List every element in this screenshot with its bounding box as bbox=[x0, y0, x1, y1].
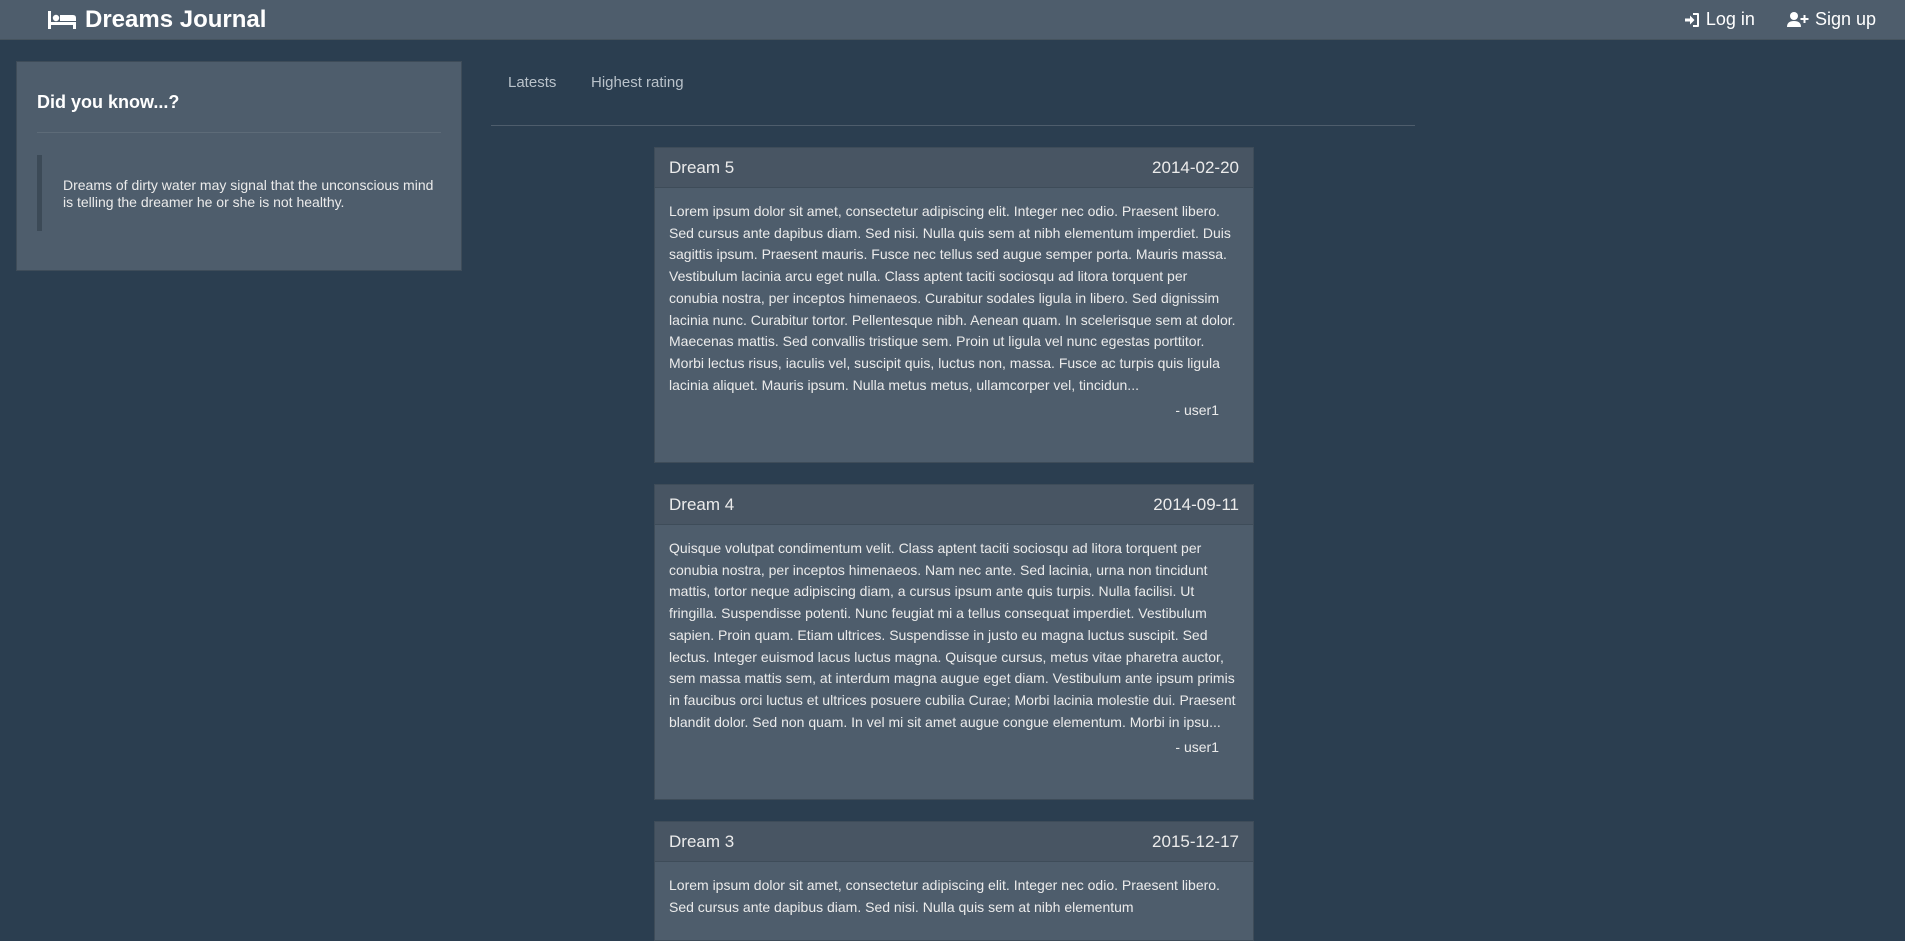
sort-tabs: Latests Highest rating bbox=[491, 66, 1415, 126]
tab-highest-rating[interactable]: Highest rating bbox=[591, 74, 684, 91]
navbar: Dreams Journal Log in Sign up bbox=[0, 0, 1905, 40]
did-you-know-panel: Did you know...? Dreams of dirty water m… bbox=[16, 61, 462, 271]
signup-link[interactable]: Sign up bbox=[1786, 9, 1876, 30]
dream-card-header: Dream 4 2014-09-11 bbox=[655, 485, 1253, 525]
dream-title[interactable]: Dream 5 bbox=[669, 158, 734, 178]
dream-author: - user1 bbox=[1175, 739, 1219, 756]
sign-in-icon bbox=[1684, 12, 1700, 28]
bed-icon bbox=[47, 9, 77, 31]
dream-card[interactable]: Dream 5 2014-02-20 Lorem ipsum dolor sit… bbox=[654, 147, 1254, 463]
brand-title: Dreams Journal bbox=[85, 6, 267, 33]
user-plus-icon bbox=[1786, 11, 1809, 28]
login-link[interactable]: Log in bbox=[1684, 9, 1755, 30]
dream-title[interactable]: Dream 4 bbox=[669, 495, 734, 515]
brand-link[interactable]: Dreams Journal bbox=[47, 6, 267, 33]
login-label: Log in bbox=[1705, 9, 1755, 29]
signup-label: Sign up bbox=[1814, 9, 1876, 29]
tab-latests[interactable]: Latests bbox=[508, 74, 556, 91]
dream-excerpt: Lorem ipsum dolor sit amet, consectetur … bbox=[669, 203, 1236, 393]
dream-excerpt: Lorem ipsum dolor sit amet, consectetur … bbox=[669, 877, 1220, 915]
panel-divider bbox=[37, 132, 441, 133]
dream-card-header: Dream 5 2014-02-20 bbox=[655, 148, 1253, 188]
dream-date: 2014-02-20 bbox=[1152, 157, 1239, 177]
dream-title[interactable]: Dream 3 bbox=[669, 832, 734, 852]
tip-quote: Dreams of dirty water may signal that th… bbox=[37, 155, 441, 231]
dream-card-header: Dream 3 2015-12-17 bbox=[655, 822, 1253, 862]
dream-author: - user1 bbox=[1175, 402, 1219, 419]
panel-title: Did you know...? bbox=[37, 92, 180, 112]
navbar-actions: Log in Sign up bbox=[1684, 9, 1876, 30]
dream-card[interactable]: Dream 4 2014-09-11 Quisque volutpat cond… bbox=[654, 484, 1254, 800]
dream-date: 2014-09-11 bbox=[1153, 494, 1239, 514]
dream-date: 2015-12-17 bbox=[1152, 831, 1239, 851]
dream-card[interactable]: Dream 3 2015-12-17 Lorem ipsum dolor sit… bbox=[654, 821, 1254, 941]
dream-excerpt: Quisque volutpat condimentum velit. Clas… bbox=[669, 540, 1236, 730]
